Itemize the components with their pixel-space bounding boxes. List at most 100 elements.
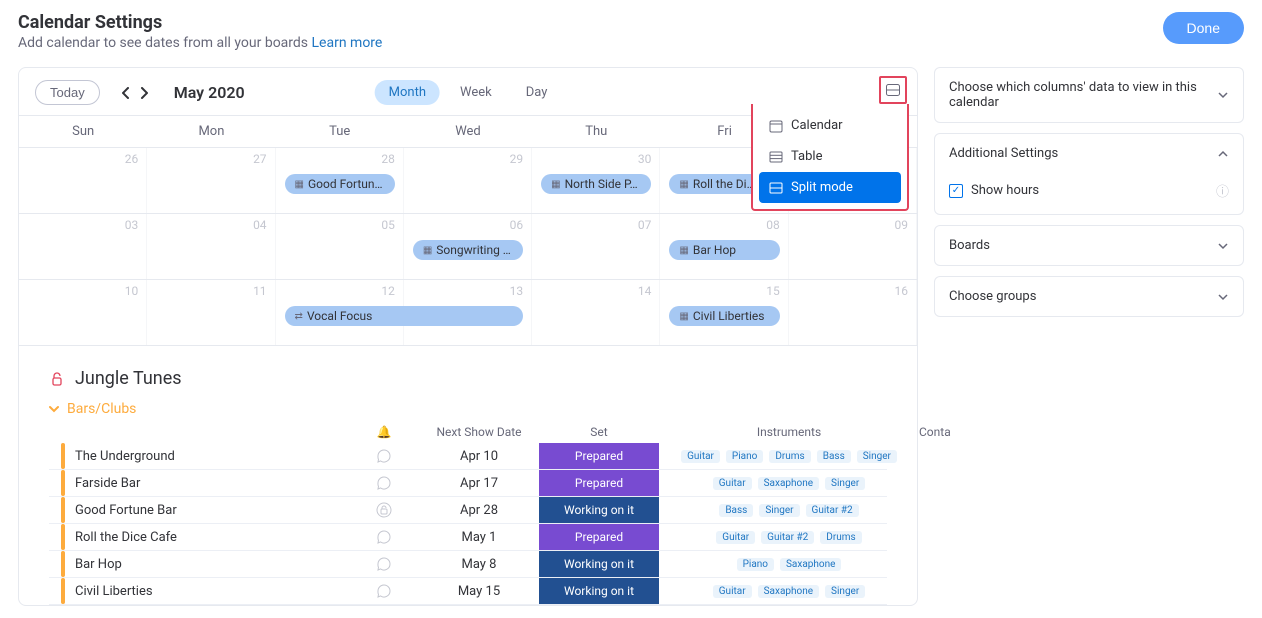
- status-cell[interactable]: Working on it: [539, 497, 659, 523]
- learn-more-link[interactable]: Learn more: [312, 35, 383, 51]
- mode-split[interactable]: Split mode: [759, 172, 901, 203]
- instrument-chip: Guitar: [713, 477, 752, 490]
- date-cell[interactable]: Apr 17: [419, 476, 539, 491]
- instrument-chip: Guitar: [681, 450, 720, 463]
- calendar-icon: [769, 119, 783, 133]
- instruments-cell[interactable]: GuitarPianoDrumsBassSinger: [659, 448, 919, 465]
- day-header: Mon: [147, 116, 275, 147]
- view-week[interactable]: Week: [446, 80, 506, 105]
- group-color-bar: [61, 470, 65, 496]
- chat-icon[interactable]: [349, 555, 419, 573]
- event-icon: ⇄: [295, 311, 303, 322]
- group-color-bar: [61, 443, 65, 469]
- group-color-bar: [61, 497, 65, 523]
- group-color-bar: [61, 524, 65, 550]
- status-cell[interactable]: Prepared: [539, 443, 659, 469]
- date-cell[interactable]: Apr 10: [419, 449, 539, 464]
- info-icon[interactable]: ⓘ: [1216, 181, 1229, 200]
- chat-icon[interactable]: [349, 528, 419, 546]
- calendar-cell[interactable]: 10: [19, 280, 147, 345]
- boards-section[interactable]: Boards: [935, 226, 1243, 265]
- calendar-event[interactable]: ▦Civil Liberties: [669, 306, 779, 326]
- status-cell[interactable]: Prepared: [539, 524, 659, 550]
- group-header[interactable]: Bars/Clubs: [49, 395, 887, 423]
- chat-icon[interactable]: [349, 582, 419, 600]
- calendar-cell[interactable]: 03: [19, 214, 147, 279]
- board-title: Jungle Tunes: [75, 368, 182, 389]
- group-color-bar: [61, 578, 65, 604]
- view-day[interactable]: Day: [512, 80, 562, 105]
- additional-settings-section[interactable]: Additional Settings: [935, 134, 1243, 173]
- calendar-cell[interactable]: 11: [147, 280, 275, 345]
- date-cell[interactable]: May 1: [419, 530, 539, 545]
- table-row[interactable]: Civil LibertiesMay 15Working on itGuitar…: [49, 578, 887, 605]
- status-cell[interactable]: Prepared: [539, 470, 659, 496]
- table-row[interactable]: Roll the Dice CafeMay 1PreparedGuitarGui…: [49, 524, 887, 551]
- instruments-cell[interactable]: PianoSaxaphone: [659, 556, 919, 573]
- date-number: 09: [895, 218, 909, 232]
- mode-table[interactable]: Table: [759, 141, 901, 172]
- prev-arrow-icon[interactable]: [122, 87, 130, 99]
- mode-calendar[interactable]: Calendar: [759, 110, 901, 141]
- calendar-cell[interactable]: 27: [147, 148, 275, 213]
- table-row[interactable]: The UndergroundApr 10PreparedGuitarPiano…: [49, 443, 887, 470]
- date-cell[interactable]: Apr 28: [419, 503, 539, 518]
- status-cell[interactable]: Working on it: [539, 578, 659, 604]
- today-button[interactable]: Today: [35, 80, 100, 105]
- calendar-cell[interactable]: 09: [789, 214, 917, 279]
- calendar-cell[interactable]: 14: [532, 280, 660, 345]
- date-cell[interactable]: May 15: [419, 584, 539, 599]
- show-hours-checkbox[interactable]: ✓: [949, 184, 963, 198]
- date-number: 12: [381, 284, 395, 298]
- calendar-cell[interactable]: 04: [147, 214, 275, 279]
- column-date: 🔔: [349, 425, 419, 439]
- instrument-chip: Piano: [726, 450, 763, 463]
- date-number: 29: [510, 152, 524, 166]
- instrument-chip: Guitar: [716, 531, 755, 544]
- calendar-cell[interactable]: 05: [276, 214, 404, 279]
- item-name: Roll the Dice Cafe: [75, 530, 177, 545]
- calendar-cell[interactable]: 29: [404, 148, 532, 213]
- status-cell[interactable]: Working on it: [539, 551, 659, 577]
- done-button[interactable]: Done: [1163, 12, 1244, 44]
- instrument-chip: Drums: [820, 531, 861, 544]
- event-label: Civil Liberties: [693, 309, 765, 323]
- item-name: Civil Liberties: [75, 584, 153, 599]
- next-arrow-icon[interactable]: [140, 87, 148, 99]
- date-number: 05: [381, 218, 395, 232]
- calendar-event[interactable]: ▦ Songwriting …: [413, 240, 523, 260]
- choose-columns-section[interactable]: Choose which columns' data to view in th…: [935, 68, 1243, 122]
- instrument-chip: Singer: [759, 504, 799, 517]
- group-color-bar: [61, 551, 65, 577]
- date-cell[interactable]: May 8: [419, 557, 539, 572]
- instruments-cell[interactable]: GuitarGuitar #2Drums: [659, 529, 919, 546]
- table-row[interactable]: Bar HopMay 8Working on itPianoSaxaphoneA…: [49, 551, 887, 578]
- chat-icon[interactable]: [349, 474, 419, 492]
- instrument-chip: Bass: [719, 504, 753, 517]
- page-subtitle: Add calendar to see dates from all your …: [18, 35, 382, 51]
- calendar-cell[interactable]: 26: [19, 148, 147, 213]
- calendar-event[interactable]: ⇄Vocal Focus: [285, 306, 524, 326]
- day-header: Tue: [276, 116, 404, 147]
- date-number: 27: [253, 152, 267, 166]
- split-mode-icon[interactable]: [883, 80, 903, 100]
- calendar-cell[interactable]: 07: [532, 214, 660, 279]
- table-row[interactable]: Good Fortune BarApr 28Working on itBassS…: [49, 497, 887, 524]
- event-label: Songwriting …: [436, 243, 511, 257]
- event-icon: ▦: [423, 245, 432, 256]
- choose-groups-section[interactable]: Choose groups: [935, 277, 1243, 316]
- chat-lock-icon[interactable]: [349, 501, 419, 519]
- instrument-chip: Bass: [817, 450, 851, 463]
- instruments-cell[interactable]: BassSingerGuitar #2: [659, 502, 919, 519]
- calendar-event[interactable]: ▦Bar Hop: [669, 240, 779, 260]
- calendar-cell[interactable]: 16: [789, 280, 917, 345]
- item-name: Bar Hop: [75, 557, 122, 572]
- instruments-cell[interactable]: GuitarSaxaphoneSinger: [659, 475, 919, 492]
- chat-icon[interactable]: [349, 447, 419, 465]
- instrument-chip: Piano: [737, 558, 774, 571]
- instruments-cell[interactable]: GuitarSaxaphoneSinger: [659, 583, 919, 600]
- view-month[interactable]: Month: [375, 80, 440, 105]
- calendar-event[interactable]: ▦Good Fortun…: [285, 174, 395, 194]
- calendar-event[interactable]: ▦North Side P…: [541, 174, 651, 194]
- table-row[interactable]: Farside BarApr 17PreparedGuitarSaxaphone…: [49, 470, 887, 497]
